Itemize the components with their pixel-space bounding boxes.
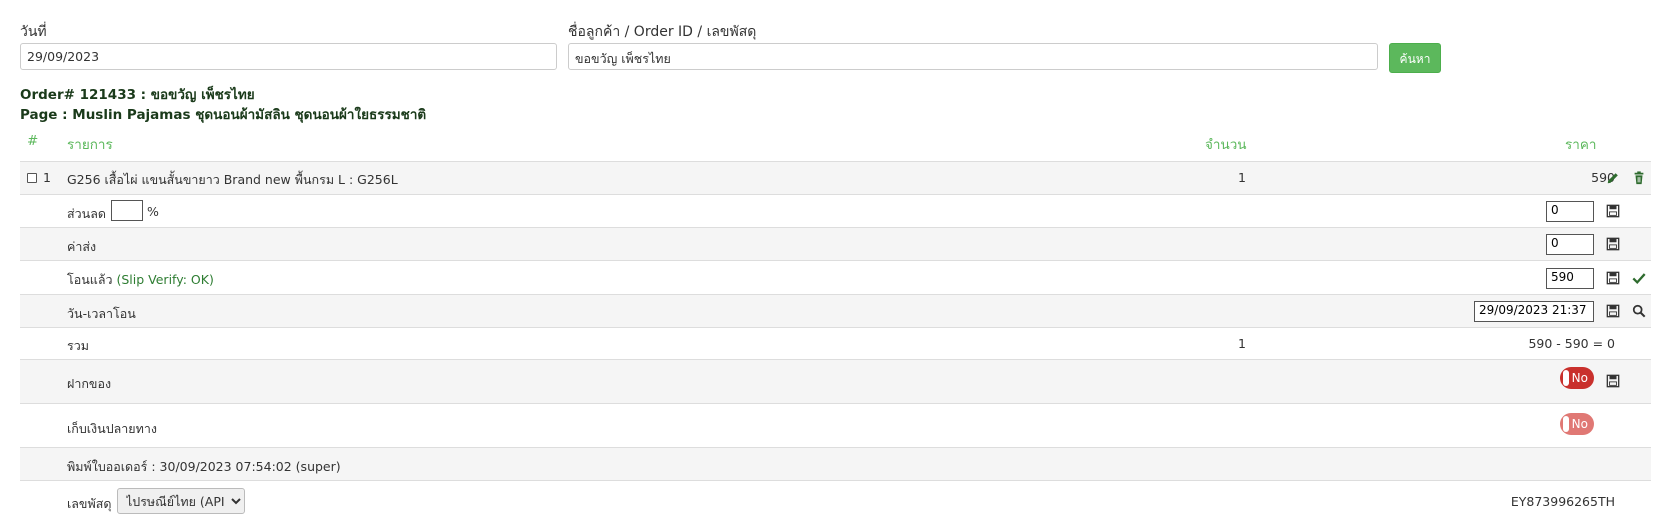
customer-search-label: ชื่อลูกค้า / Order ID / เลขพัสดุ xyxy=(568,24,757,40)
table-row-total: รวม 1 590 - 590 = 0 xyxy=(20,327,1651,359)
order-title: Order# 121433 : ขอขวัญ เพ็ชรไทย xyxy=(20,87,255,103)
total-qty: 1 xyxy=(1238,336,1246,351)
cod-label: เก็บเงินปลายทาง xyxy=(67,421,157,436)
discount-value-input[interactable]: 0 xyxy=(1546,201,1594,222)
tracking-label: เลขพัสดุ xyxy=(67,496,112,511)
cod-toggle-text: No xyxy=(1571,417,1588,431)
carrier-select[interactable]: ไปรษณีย์ไทย (API) xyxy=(117,488,245,514)
date-input[interactable]: 29/09/2023 xyxy=(20,43,557,70)
printed-info: พิมพ์ใบออเดอร์ : 30/09/2023 07:54:02 (su… xyxy=(67,459,341,474)
pencil-icon[interactable] xyxy=(1606,171,1620,185)
item-qty: 1 xyxy=(1238,170,1246,185)
transfer-time-input[interactable]: 29/09/2023 21:37 xyxy=(1474,301,1594,322)
table-row-tracking: เลขพัสดุ ไปรษณีย์ไทย (API) EY873996265TH xyxy=(20,480,1651,520)
table-row-item: 1 G256 เสื้อไผ่ แขนสั้นขายาว Brand new พ… xyxy=(20,161,1651,194)
tracking-number: EY873996265TH xyxy=(1510,494,1615,509)
percent-sign: % xyxy=(147,204,159,219)
customer-search-input[interactable]: ขอขวัญ เพ็ชรไทย xyxy=(568,43,1378,70)
table-row-discount: ส่วนลด % 0 xyxy=(20,194,1651,227)
header-num: # xyxy=(27,133,39,149)
save-icon[interactable] xyxy=(1606,271,1620,285)
table-row-transferred: โอนแล้ว (Slip Verify: OK) 590 xyxy=(20,260,1651,294)
header-price: ราคา xyxy=(1565,137,1597,153)
item-checkbox[interactable] xyxy=(27,173,37,183)
header-item: รายการ xyxy=(67,137,113,153)
header-qty: จำนวน xyxy=(1205,137,1247,153)
transferred-label: โอนแล้ว (Slip Verify: OK) xyxy=(67,270,214,290)
search-icon[interactable] xyxy=(1632,304,1646,318)
save-icon[interactable] xyxy=(1606,304,1620,318)
discount-label: ส่วนลด xyxy=(67,206,106,221)
item-name: G256 เสื้อไผ่ แขนสั้นขายาว Brand new พื้… xyxy=(67,172,398,187)
total-label: รวม xyxy=(67,338,89,353)
slip-verify-status: (Slip Verify: OK) xyxy=(116,272,214,287)
cod-toggle[interactable]: No xyxy=(1560,413,1594,435)
total-value: 590 - 590 = 0 xyxy=(1528,336,1615,351)
discount-percent-input[interactable] xyxy=(111,200,143,221)
table-row-shipping: ค่าส่ง 0 xyxy=(20,227,1651,260)
save-icon[interactable] xyxy=(1606,374,1620,388)
table-row-transfer-time: วัน-เวลาโอน 29/09/2023 21:37 xyxy=(20,294,1651,327)
shipping-value-input[interactable]: 0 xyxy=(1546,234,1594,255)
trash-icon[interactable] xyxy=(1632,171,1646,185)
table-row-cod: เก็บเงินปลายทาง No xyxy=(20,403,1651,447)
save-icon[interactable] xyxy=(1606,204,1620,218)
deposit-toggle-text: No xyxy=(1571,371,1588,385)
transfer-time-label: วัน-เวลาโอน xyxy=(67,306,136,321)
shipping-label: ค่าส่ง xyxy=(67,239,97,254)
table-row-deposit: ฝากของ No xyxy=(20,359,1651,403)
date-label: วันที่ xyxy=(20,24,47,40)
transferred-text: โอนแล้ว xyxy=(67,272,113,287)
deposit-toggle[interactable]: No xyxy=(1560,367,1594,389)
save-icon[interactable] xyxy=(1606,237,1620,251)
transferred-value-input[interactable]: 590 xyxy=(1546,268,1594,289)
order-page: Page : Muslin Pajamas ชุดนอนผ้ามัสลิน ชุ… xyxy=(20,107,427,123)
search-button[interactable]: ค้นหา xyxy=(1389,43,1441,73)
item-price: 590 xyxy=(1591,170,1615,185)
check-icon xyxy=(1632,273,1646,285)
deposit-label: ฝากของ xyxy=(67,376,112,391)
table-row-printed: พิมพ์ใบออเดอร์ : 30/09/2023 07:54:02 (su… xyxy=(20,447,1651,480)
item-index: 1 xyxy=(43,170,51,185)
